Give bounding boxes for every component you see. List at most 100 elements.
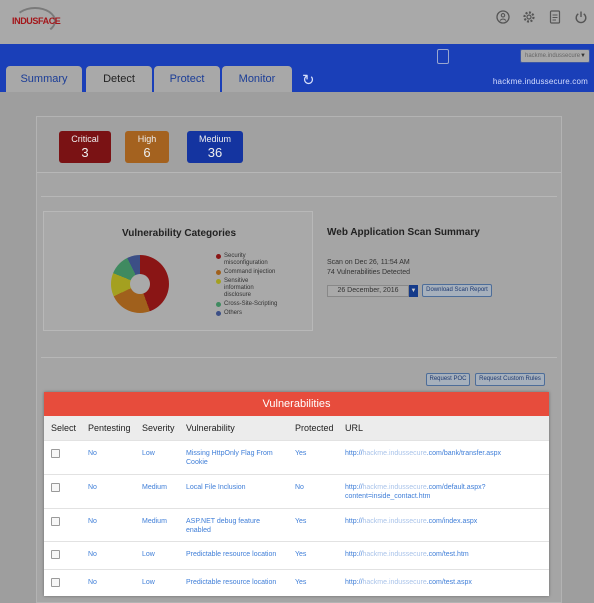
domain-label: hackme.indussecure.com — [492, 77, 588, 86]
legend-label: Security misconfiguration — [224, 253, 268, 266]
medium-count: 36 — [207, 145, 223, 160]
column-header-severity: Severity — [142, 423, 175, 433]
vulnerability-link[interactable]: Missing HttpOnly Flag From Cookie — [186, 449, 281, 467]
categories-legend: Security misconfiguration Command inject… — [216, 253, 278, 319]
table-row[interactable]: No Low Missing HttpOnly Flag From Cookie… — [44, 440, 549, 474]
nav-band: hackme.indussecure ▼ Summary Detect Prot… — [0, 44, 594, 92]
legend-label: Others — [224, 310, 243, 316]
legend-dot — [216, 311, 221, 316]
chevron-down-icon[interactable]: ▼ — [409, 285, 418, 297]
table-row[interactable]: No Medium Local File Inclusion No http:/… — [44, 474, 549, 508]
url-prefix: http:// — [345, 551, 363, 558]
url-host: hackme.indussecure — [362, 518, 427, 525]
categories-title: Vulnerability Categories — [121, 228, 237, 239]
protected-cell: Yes — [295, 450, 307, 457]
url-prefix: http:// — [345, 518, 363, 525]
refresh-icon[interactable]: ↻ — [302, 71, 315, 89]
download-scan-report-button[interactable]: Download Scan Report — [422, 284, 492, 297]
url-link[interactable]: http://hackme.indussecure.com/default.as… — [345, 483, 525, 501]
vulnerability-link[interactable]: Predictable resource location — [186, 578, 281, 587]
chevron-down-icon: ▼ — [580, 53, 586, 59]
document-icon[interactable] — [548, 10, 562, 24]
tab-bar: Summary Detect Protect Monitor — [6, 66, 292, 92]
vulnerability-link[interactable]: Predictable resource location — [186, 550, 281, 559]
domain-select[interactable]: hackme.indussecure ▼ — [520, 49, 590, 63]
scan-time: Scan on Dec 26, 11:54 AM — [327, 259, 410, 266]
medium-badge[interactable]: Medium 36 — [187, 131, 243, 163]
row-checkbox[interactable] — [51, 449, 60, 458]
divider — [41, 196, 557, 197]
vulnerability-link[interactable]: ASP.NET debug feature enabled — [186, 517, 281, 535]
column-header-url: URL — [345, 423, 364, 433]
legend-item: Others — [216, 310, 278, 317]
url-link[interactable]: http://hackme.indussecure.com/test.aspx — [345, 578, 525, 587]
critical-label: Critical — [71, 134, 99, 144]
tab-monitor[interactable]: Monitor — [222, 66, 292, 92]
table-row[interactable]: No Low Predictable resource location Yes… — [44, 541, 549, 569]
legend-dot — [216, 254, 221, 259]
severity-cell: Low — [142, 450, 155, 457]
url-host: hackme.indussecure — [362, 551, 427, 558]
legend-dot — [216, 279, 221, 284]
high-count: 6 — [143, 145, 151, 160]
column-header-protected: Protected — [295, 423, 334, 433]
tab-summary[interactable]: Summary — [6, 66, 82, 92]
url-link[interactable]: http://hackme.indussecure.com/test.htm — [345, 550, 525, 559]
url-host: hackme.indussecure — [362, 579, 427, 586]
legend-label: Sensitive information disclosure — [224, 278, 254, 298]
scan-date-select[interactable]: 26 December, 2016 — [327, 285, 409, 297]
scan-count: 74 Vulnerabilities Detected — [327, 269, 411, 276]
row-checkbox[interactable] — [51, 550, 60, 559]
legend-item: Security misconfiguration — [216, 253, 278, 267]
domain-select-value: hackme.indussecure — [525, 53, 581, 59]
legend-item: Command injection — [216, 269, 278, 276]
table-row[interactable]: No Medium ASP.NET debug feature enabled … — [44, 508, 549, 541]
legend-dot — [216, 302, 221, 307]
pentesting-cell: No — [88, 579, 97, 586]
indusface-logo[interactable]: INDUSFACE — [12, 7, 61, 37]
row-checkbox[interactable] — [51, 517, 60, 526]
severity-cell: Medium — [142, 518, 167, 525]
donut-hole — [130, 274, 150, 294]
critical-count: 3 — [81, 145, 89, 160]
url-path: .com/test.htm — [426, 551, 469, 558]
legend-label: Cross-Site-Scripting — [224, 301, 278, 307]
tab-protect[interactable]: Protect — [154, 66, 220, 92]
row-checkbox[interactable] — [51, 578, 60, 587]
gear-icon[interactable] — [522, 10, 536, 24]
legend-label: Command injection — [224, 269, 276, 275]
vulnerabilities-title: Vulnerabilities — [44, 392, 549, 416]
url-path: .com/test.aspx — [426, 579, 472, 586]
critical-badge[interactable]: Critical 3 — [59, 131, 111, 163]
column-header-select: Select — [51, 423, 77, 433]
request-poc-button[interactable]: Request POC — [426, 373, 470, 386]
divider — [41, 357, 557, 358]
tab-detect[interactable]: Detect — [86, 66, 152, 92]
pentesting-cell: No — [88, 450, 97, 457]
pentesting-cell: No — [88, 518, 97, 525]
severity-summary: Critical 3 High 6 Medium 36 — [37, 117, 561, 173]
legend-item: Sensitive information disclosure — [216, 278, 278, 299]
high-badge[interactable]: High 6 — [125, 131, 169, 163]
logo-text: INDUSFACE — [12, 16, 61, 26]
user-icon[interactable] — [496, 10, 510, 24]
column-header-pentesting: Pentesting — [88, 423, 131, 433]
vulnerabilities-panel: Vulnerabilities Select Pentesting Severi… — [44, 392, 549, 596]
categories-donut-chart — [111, 255, 169, 313]
url-host: hackme.indussecure — [362, 484, 427, 491]
table-row[interactable]: No Low Predictable resource location Yes… — [44, 569, 549, 595]
high-label: High — [137, 134, 157, 144]
header-icons — [496, 10, 588, 24]
url-link[interactable]: http://hackme.indussecure.com/bank/trans… — [345, 449, 525, 458]
url-prefix: http:// — [345, 579, 363, 586]
vulnerability-link[interactable]: Local File Inclusion — [186, 483, 281, 492]
pentesting-cell: No — [88, 551, 97, 558]
power-icon[interactable] — [574, 10, 588, 24]
request-custom-rules-button[interactable]: Request Custom Rules — [475, 373, 545, 386]
legend-item: Cross-Site-Scripting — [216, 301, 278, 308]
legend-dot — [216, 270, 221, 275]
row-checkbox[interactable] — [51, 483, 60, 492]
url-link[interactable]: http://hackme.indussecure.com/index.aspx — [345, 517, 525, 526]
protected-cell: No — [295, 484, 304, 491]
report-icon[interactable] — [437, 49, 449, 64]
